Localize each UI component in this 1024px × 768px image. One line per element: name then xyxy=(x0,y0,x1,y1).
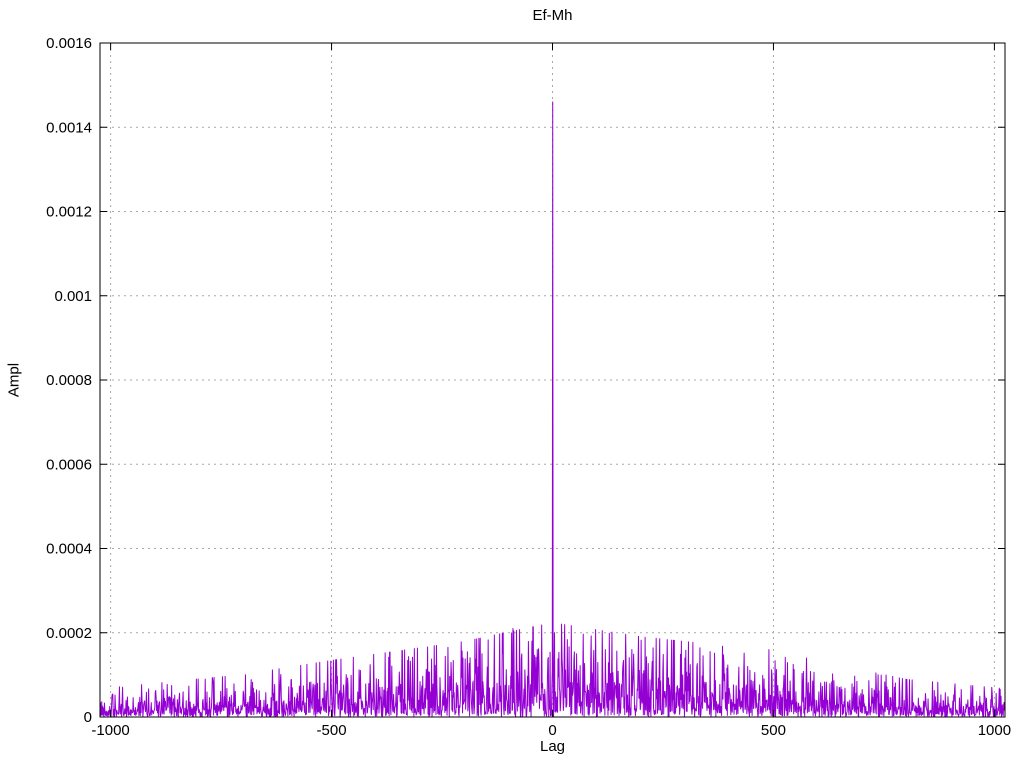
y-tick-label: 0.0006 xyxy=(46,456,92,473)
x-tick-label: 1000 xyxy=(978,722,1011,739)
x-tick-label: -500 xyxy=(317,722,347,739)
y-tick-label: 0.0012 xyxy=(46,204,92,221)
y-tick-label: 0.0016 xyxy=(46,35,92,52)
y-tick-label: 0.0004 xyxy=(46,541,92,558)
y-tick-label: 0.0014 xyxy=(46,119,92,136)
y-tick-label: 0.001 xyxy=(54,288,92,305)
y-tick-label: 0.0008 xyxy=(46,372,92,389)
x-tick-label: -1000 xyxy=(91,722,129,739)
x-tick-label: 0 xyxy=(548,722,556,739)
series-line xyxy=(99,101,1006,718)
y-tick-label: 0 xyxy=(84,709,92,726)
y-tick-label: 0.0002 xyxy=(46,625,92,642)
x-tick-label: 500 xyxy=(761,722,786,739)
plot-area: -1000 -500 0 500 1000 0 0.0002 0.0004 0.0006 0.00… xyxy=(46,35,1011,739)
chart: Ef-Mh Ampl Lag -1000 -500 0 500 1000 0 0.0002 0… xyxy=(0,0,1024,768)
